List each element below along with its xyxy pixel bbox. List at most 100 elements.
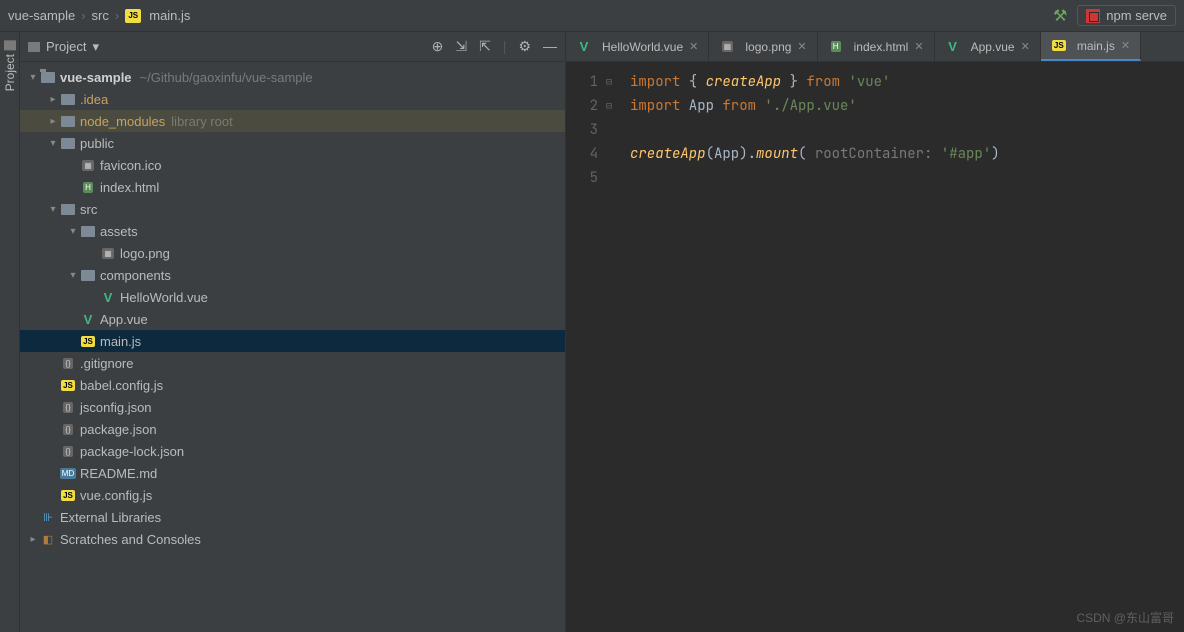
- minimize-icon[interactable]: —: [543, 38, 557, 55]
- close-icon[interactable]: ✕: [689, 40, 698, 53]
- code-token: 'vue': [848, 73, 890, 91]
- tree-row[interactable]: {}.gitignore: [20, 352, 565, 374]
- code-line[interactable]: [630, 166, 1000, 190]
- tree-row[interactable]: {}package-lock.json: [20, 440, 565, 462]
- run-config-selector[interactable]: npm serve: [1077, 5, 1176, 26]
- tab-label: main.js: [1077, 39, 1115, 53]
- chevron-down-icon[interactable]: ▾: [46, 138, 60, 149]
- tree-item-label: main.js: [100, 334, 141, 349]
- code-token: mount: [756, 145, 798, 163]
- chevron-down-icon[interactable]: ▾: [66, 270, 80, 281]
- editor-body[interactable]: 12345 ⊟⊟ import { createApp } from 'vue'…: [566, 62, 1184, 632]
- tree-row[interactable]: VHelloWorld.vue: [20, 286, 565, 308]
- chevron-down-icon[interactable]: ▾: [46, 204, 60, 215]
- run-config-label: npm serve: [1106, 8, 1167, 23]
- expand-all-icon[interactable]: ⇲: [455, 38, 467, 55]
- folder-icon: [60, 202, 76, 216]
- code-token: createApp: [706, 73, 782, 91]
- fold-marker[interactable]: ⊟: [606, 94, 626, 118]
- breadcrumb: vue-sample › src › JS main.js: [8, 8, 190, 23]
- code-token: (App).: [706, 145, 756, 163]
- code-content[interactable]: import { createApp } from 'vue'import Ap…: [626, 62, 1000, 632]
- tree-item-label: package.json: [80, 422, 157, 437]
- code-token: App: [680, 97, 722, 115]
- tree-row[interactable]: {} package.json: [20, 418, 565, 440]
- editor-area: VHelloWorld.vue✕▦logo.png✕Hindex.html✕VA…: [566, 32, 1184, 632]
- close-icon[interactable]: ✕: [1121, 39, 1130, 52]
- html-file-icon: H: [828, 40, 844, 54]
- code-line[interactable]: import App from './App.vue': [630, 94, 1000, 118]
- tree-item-label: babel.config.js: [80, 378, 163, 393]
- json-file-icon: {}: [60, 422, 76, 436]
- code-line[interactable]: [630, 118, 1000, 142]
- panel-title-dropdown[interactable]: Project ▾: [28, 39, 99, 55]
- editor-tab[interactable]: VHelloWorld.vue✕: [566, 32, 709, 61]
- code-token: import: [630, 73, 680, 91]
- tree-row[interactable]: JSvue.config.js: [20, 484, 565, 506]
- image-file-icon: ▦: [719, 40, 735, 54]
- breadcrumb-item-2[interactable]: JS main.js: [125, 8, 190, 23]
- editor-tab[interactable]: VApp.vue✕: [935, 32, 1041, 61]
- close-icon[interactable]: ✕: [797, 40, 806, 53]
- tree-row[interactable]: ▸node_moduleslibrary root: [20, 110, 565, 132]
- tree-row[interactable]: ▦favicon.ico: [20, 154, 565, 176]
- tree-row[interactable]: ▦logo.png: [20, 242, 565, 264]
- fold-gutter[interactable]: ⊟⊟: [606, 62, 626, 632]
- close-icon[interactable]: ✕: [1021, 40, 1030, 53]
- line-number: 1: [566, 70, 598, 94]
- tree-row[interactable]: ▾assets: [20, 220, 565, 242]
- folder-icon: [28, 42, 40, 52]
- tree-row[interactable]: VApp.vue: [20, 308, 565, 330]
- chevron-right-icon[interactable]: ▸: [46, 94, 60, 105]
- breadcrumb-item-0[interactable]: vue-sample: [8, 8, 75, 23]
- close-icon[interactable]: ✕: [914, 40, 923, 53]
- vue-file-icon: V: [80, 312, 96, 326]
- tree-row[interactable]: ▾public: [20, 132, 565, 154]
- code-token: rootContainer:: [815, 145, 941, 163]
- library-icon: ⊪: [40, 510, 56, 524]
- chevron-down-icon[interactable]: ▾: [66, 226, 80, 237]
- tree-row[interactable]: {}jsconfig.json: [20, 396, 565, 418]
- gear-icon[interactable]: ⚙: [518, 38, 531, 55]
- select-opened-icon[interactable]: ⊕: [432, 38, 444, 55]
- tree-row[interactable]: ▾components: [20, 264, 565, 286]
- fold-marker[interactable]: ⊟: [606, 70, 626, 94]
- tree-row[interactable]: JSmain.js: [20, 330, 565, 352]
- editor-tab[interactable]: JSmain.js✕: [1041, 32, 1141, 61]
- chevron-right-icon[interactable]: ▸: [46, 116, 60, 127]
- code-token: }: [781, 73, 806, 91]
- js-file-icon: JS: [125, 9, 141, 23]
- tree-row[interactable]: ⊪External Libraries: [20, 506, 565, 528]
- editor-tab[interactable]: Hindex.html✕: [818, 32, 935, 61]
- line-number-gutter: 12345: [566, 62, 606, 632]
- code-token: (: [798, 145, 815, 163]
- tree-row[interactable]: ▾src: [20, 198, 565, 220]
- folder-icon: [40, 70, 56, 84]
- vue-file-icon: V: [576, 40, 592, 54]
- top-bar: vue-sample › src › JS main.js ⚒ npm serv…: [0, 0, 1184, 32]
- tree-row[interactable]: ▾vue-sample~/Github/gaoxinfu/vue-sample: [20, 66, 565, 88]
- panel-toolbar: ⊕ ⇲ ⇱ | ⚙ —: [432, 38, 557, 55]
- tree-row[interactable]: Hindex.html: [20, 176, 565, 198]
- tree-item-label: HelloWorld.vue: [120, 290, 208, 305]
- code-token: from: [722, 97, 756, 115]
- breadcrumb-item-1[interactable]: src: [92, 8, 109, 23]
- chevron-right-icon[interactable]: ▸: [26, 534, 40, 545]
- project-panel: Project ▾ ⊕ ⇲ ⇱ | ⚙ — ▾vue-sample~/Githu…: [20, 32, 566, 632]
- code-line[interactable]: import { createApp } from 'vue': [630, 70, 1000, 94]
- left-tool-gutter: Project: [0, 32, 20, 632]
- editor-tab[interactable]: ▦logo.png✕: [709, 32, 817, 61]
- collapse-all-icon[interactable]: ⇱: [479, 38, 491, 55]
- code-token: ): [991, 145, 999, 163]
- tree-row[interactable]: ▸ .idea: [20, 88, 565, 110]
- tree-row[interactable]: JSbabel.config.js: [20, 374, 565, 396]
- tree-row[interactable]: ▸◧Scratches and Consoles: [20, 528, 565, 550]
- project-tool-tab[interactable]: Project: [3, 40, 17, 91]
- tree-row[interactable]: MDREADME.md: [20, 462, 565, 484]
- project-tree[interactable]: ▾vue-sample~/Github/gaoxinfu/vue-sample▸…: [20, 62, 565, 632]
- chevron-down-icon[interactable]: ▾: [26, 72, 40, 83]
- build-icon[interactable]: ⚒: [1053, 6, 1067, 26]
- chevron-right-icon: ›: [115, 8, 119, 23]
- tree-item-label: .idea: [80, 92, 108, 107]
- code-line[interactable]: createApp(App).mount( rootContainer: '#a…: [630, 142, 1000, 166]
